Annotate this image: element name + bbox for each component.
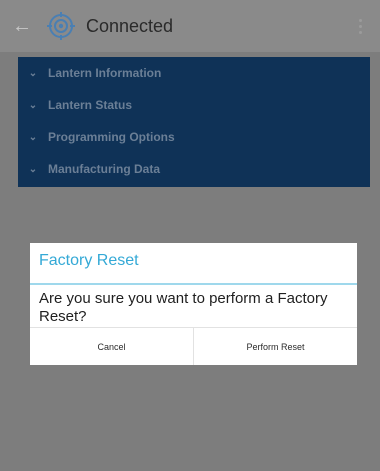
chevron-down-icon: ⌄ (28, 99, 38, 111)
more-vertical-icon[interactable] (346, 18, 374, 34)
screen: ← Connected ⌄ Lantern Information ⌄ Lant… (0, 0, 380, 471)
chevron-down-icon: ⌄ (28, 163, 38, 175)
cancel-button[interactable]: Cancel (30, 328, 193, 365)
menu-item-lantern-status[interactable]: ⌄ Lantern Status (18, 89, 370, 121)
menu-item-label: Lantern Status (48, 98, 133, 112)
menu-item-programming-options[interactable]: ⌄ Programming Options (18, 121, 370, 153)
arrow-back-icon[interactable]: ← (4, 0, 40, 52)
chevron-down-icon: ⌄ (28, 67, 38, 79)
perform-reset-button[interactable]: Perform Reset (193, 328, 357, 365)
menu-panel: ⌄ Lantern Information ⌄ Lantern Status ⌄… (18, 57, 370, 187)
menu-item-lantern-information[interactable]: ⌄ Lantern Information (18, 57, 370, 89)
menu-item-label: Manufacturing Data (48, 162, 161, 176)
dialog-button-bar: Cancel Perform Reset (30, 327, 357, 365)
target-icon (44, 9, 78, 43)
menu-item-label: Lantern Information (48, 66, 162, 80)
dialog-title: Factory Reset (39, 252, 139, 269)
app-bar-title: Connected (86, 15, 174, 36)
dialog-divider (30, 283, 357, 285)
menu-item-manufacturing-data[interactable]: ⌄ Manufacturing Data (18, 153, 370, 185)
app-bar: ← Connected (0, 0, 380, 52)
chevron-down-icon: ⌄ (28, 131, 38, 143)
dialog-message: Are you sure you want to perform a Facto… (39, 290, 328, 325)
factory-reset-dialog: Factory Reset Are you sure you want to p… (30, 243, 357, 365)
menu-item-label: Programming Options (48, 130, 175, 144)
